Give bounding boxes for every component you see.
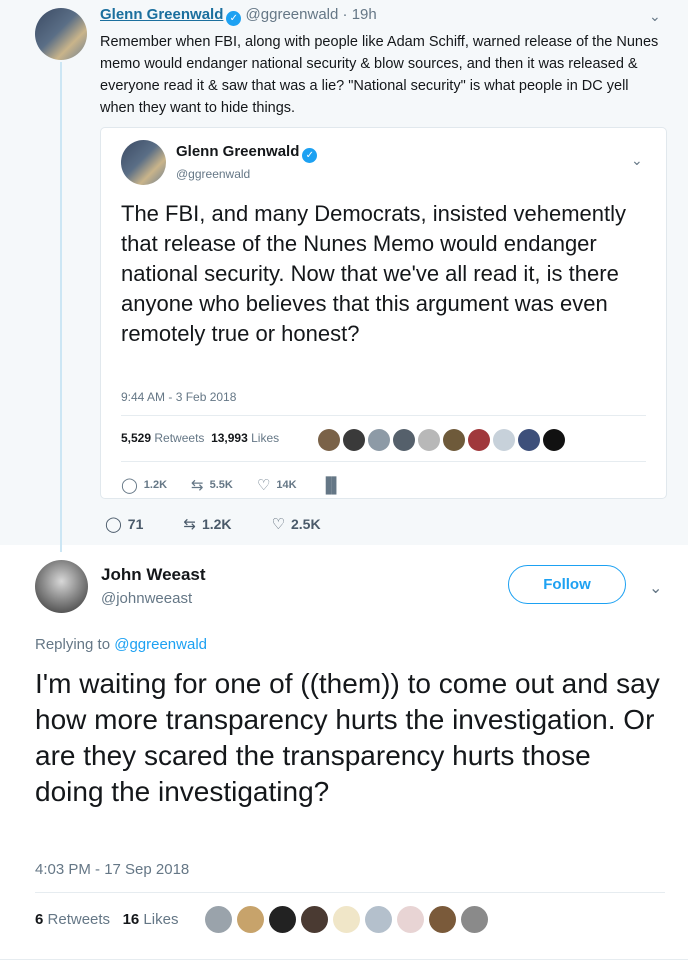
avatar[interactable] bbox=[35, 8, 87, 60]
avatar bbox=[121, 140, 166, 185]
avatar bbox=[418, 429, 440, 451]
time-separator: · bbox=[342, 6, 348, 23]
retweets-count[interactable]: 6 bbox=[35, 911, 43, 928]
avatar[interactable] bbox=[365, 906, 392, 933]
avatar bbox=[368, 429, 390, 451]
replying-to: Replying to @ggreenwald bbox=[35, 636, 208, 653]
author-name[interactable]: John Weeast bbox=[101, 565, 206, 585]
tweet-timestamp[interactable]: 4:03 PM - 17 Sep 2018 bbox=[35, 861, 189, 878]
follow-button[interactable]: Follow bbox=[508, 565, 626, 604]
avatar bbox=[393, 429, 415, 451]
avatar bbox=[318, 429, 340, 451]
divider bbox=[0, 959, 688, 960]
avatar[interactable] bbox=[205, 906, 232, 933]
avatar[interactable] bbox=[301, 906, 328, 933]
author-handle[interactable]: @johnweeast bbox=[101, 590, 192, 607]
like-icon: ♡ bbox=[271, 516, 285, 533]
retweet-action: ⇆ 5.5K bbox=[191, 477, 233, 494]
chevron-down-icon: ⌄ bbox=[631, 152, 643, 168]
reply-button[interactable]: ◯ 71 bbox=[105, 515, 143, 533]
thread-line bbox=[60, 62, 62, 552]
quoted-stats: 5,529 Retweets 13,993 Likes bbox=[121, 431, 280, 445]
reply-action: ◯ 1.2K bbox=[121, 477, 168, 494]
avatar bbox=[343, 429, 365, 451]
tweet-stats: 6 Retweets 16 Likes bbox=[35, 911, 179, 928]
tweet-time[interactable]: 19h bbox=[352, 6, 377, 23]
avatar[interactable] bbox=[429, 906, 456, 933]
quoted-actions: ◯ 1.2K ⇆ 5.5K ♡ 14K ▐▌ bbox=[121, 476, 342, 495]
verified-badge-icon: ✓ bbox=[302, 148, 318, 163]
reply-icon: ◯ bbox=[121, 477, 138, 494]
quoted-timestamp: 9:44 AM - 3 Feb 2018 bbox=[121, 390, 237, 404]
author-handle[interactable]: @ggreenwald bbox=[246, 6, 339, 23]
retweet-button[interactable]: ⇆ 1.2K bbox=[183, 515, 231, 533]
tweet-actions: ◯ 71 ⇆ 1.2K ♡ 2.5K bbox=[105, 515, 321, 533]
like-icon: ♡ bbox=[256, 477, 271, 494]
divider bbox=[121, 461, 646, 462]
author-name[interactable]: Glenn Greenwald bbox=[100, 6, 223, 23]
liker-avatars bbox=[205, 906, 488, 933]
retweet-icon: ⇆ bbox=[183, 516, 196, 533]
avatar[interactable] bbox=[269, 906, 296, 933]
retweet-icon: ⇆ bbox=[191, 477, 204, 494]
quoted-author-name: Glenn Greenwald ✓ bbox=[176, 143, 318, 163]
liker-avatars bbox=[318, 429, 565, 451]
avatar[interactable] bbox=[461, 906, 488, 933]
avatar[interactable] bbox=[397, 906, 424, 933]
like-action: ♡ 14K bbox=[256, 477, 297, 494]
tweet-text: I'm waiting for one of ((them)) to come … bbox=[35, 668, 660, 807]
parent-tweet[interactable]: Glenn Greenwald ✓ @ggreenwald · 19h ⌄ Rem… bbox=[0, 0, 688, 552]
divider bbox=[35, 892, 665, 893]
reply-icon: ◯ bbox=[105, 516, 122, 533]
likes-count[interactable]: 16 bbox=[123, 911, 140, 928]
analytics-icon: ▐▌ bbox=[320, 476, 342, 494]
chevron-down-icon[interactable]: ⌄ bbox=[649, 8, 661, 25]
verified-badge-icon: ✓ bbox=[226, 11, 242, 26]
avatar bbox=[518, 429, 540, 451]
avatar[interactable] bbox=[35, 560, 88, 613]
quoted-author-handle: @ggreenwald bbox=[176, 167, 251, 181]
avatar bbox=[443, 429, 465, 451]
avatar[interactable] bbox=[237, 906, 264, 933]
avatar bbox=[543, 429, 565, 451]
divider bbox=[121, 415, 646, 416]
chevron-down-icon[interactable]: ⌄ bbox=[649, 578, 662, 598]
like-button[interactable]: ♡ 2.5K bbox=[272, 515, 321, 533]
avatar bbox=[468, 429, 490, 451]
avatar[interactable] bbox=[333, 906, 360, 933]
quoted-tweet-card[interactable]: Glenn Greenwald ✓ @ggreenwald ⌄ The FBI, … bbox=[100, 127, 667, 499]
quoted-tweet-text: The FBI, and many Democrats, insisted ve… bbox=[121, 201, 626, 346]
avatar bbox=[493, 429, 515, 451]
replying-to-link[interactable]: @ggreenwald bbox=[114, 636, 207, 653]
tweet-text: Remember when FBI, along with people lik… bbox=[100, 34, 659, 116]
tweet-header: Glenn Greenwald ✓ @ggreenwald · 19h bbox=[100, 6, 377, 26]
